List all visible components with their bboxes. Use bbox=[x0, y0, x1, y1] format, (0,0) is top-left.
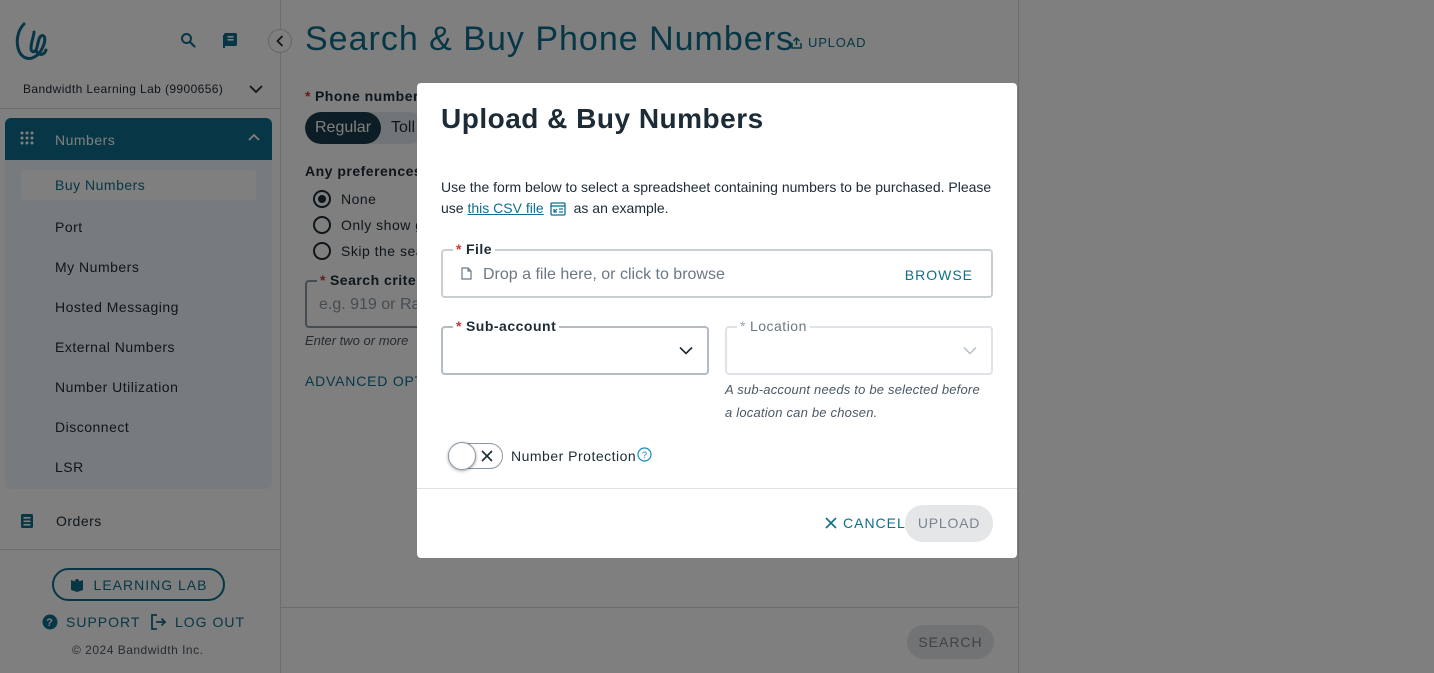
svg-text:?: ? bbox=[642, 450, 647, 461]
toggle-knob bbox=[448, 442, 476, 470]
upload-modal: Upload & Buy Numbers Use the form below … bbox=[417, 83, 1017, 558]
modal-divider bbox=[417, 488, 1017, 489]
location-select[interactable]: * Location bbox=[725, 318, 993, 375]
subaccount-label: * Sub-account bbox=[453, 318, 560, 334]
subaccount-label-text: Sub-account bbox=[465, 318, 557, 334]
file-label-text: File bbox=[465, 241, 493, 257]
csv-file-link[interactable]: this CSV file bbox=[467, 200, 543, 216]
close-icon bbox=[481, 450, 493, 462]
location-label-text: Location bbox=[749, 318, 807, 334]
file-placeholder: Drop a file here, or click to browse bbox=[483, 266, 725, 283]
close-icon bbox=[825, 517, 837, 529]
csv-icon[interactable] bbox=[550, 202, 566, 216]
number-protection-toggle[interactable] bbox=[448, 442, 503, 470]
cancel-label: CANCEL bbox=[843, 515, 906, 531]
file-label: * File bbox=[453, 241, 496, 257]
modal-description: Use the form below to select a spreadshe… bbox=[441, 177, 997, 219]
modal-title: Upload & Buy Numbers bbox=[441, 103, 764, 134]
cancel-button[interactable]: CANCEL bbox=[825, 515, 906, 531]
chevron-down-icon bbox=[963, 347, 977, 355]
number-protection-label: Number Protection bbox=[511, 448, 637, 464]
subaccount-select[interactable]: * Sub-account bbox=[441, 318, 709, 375]
location-hint: A sub-account needs to be selected befor… bbox=[725, 382, 980, 420]
browse-button[interactable]: BROWSE bbox=[905, 267, 973, 283]
help-icon[interactable]: ? bbox=[637, 447, 652, 462]
file-icon bbox=[461, 267, 472, 280]
desc-text-after: as an example. bbox=[569, 200, 669, 216]
location-label: * Location bbox=[737, 318, 810, 334]
chevron-down-icon bbox=[679, 346, 693, 355]
upload-button[interactable]: UPLOAD bbox=[905, 505, 993, 542]
file-dropzone[interactable]: * File Drop a file here, or click to brow… bbox=[441, 241, 993, 298]
